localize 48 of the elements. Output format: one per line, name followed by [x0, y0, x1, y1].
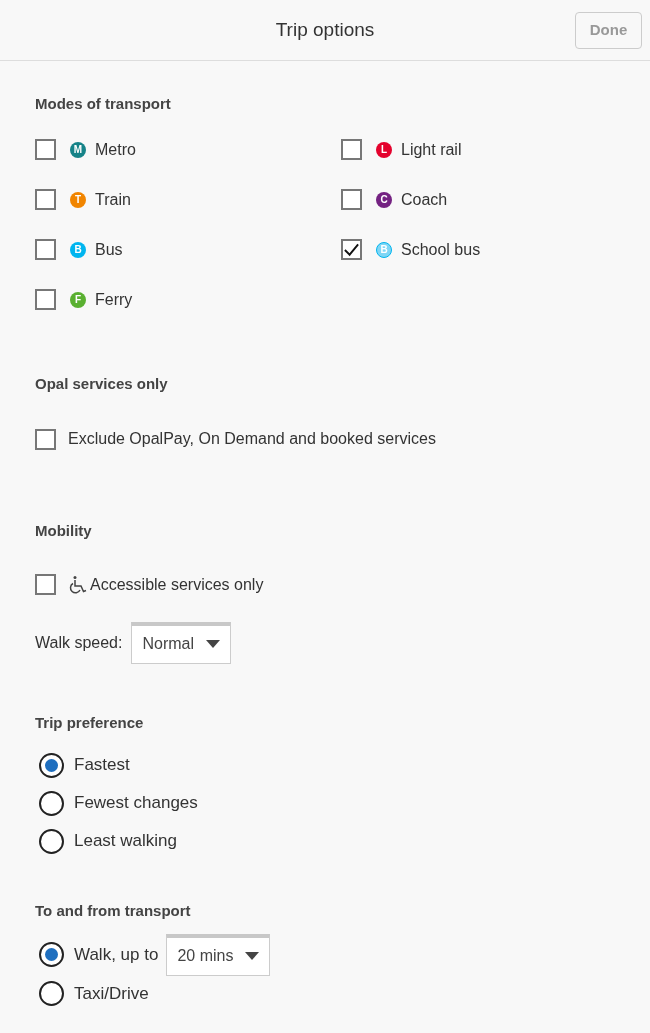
caret-icon	[245, 952, 260, 960]
checkbox[interactable]	[35, 189, 56, 210]
mode-label: Metro	[95, 139, 136, 160]
checkbox[interactable]	[35, 239, 56, 260]
option-label: Least walking	[74, 830, 177, 853]
checkbox[interactable]	[35, 139, 56, 160]
caret-icon	[206, 640, 220, 648]
checkbox[interactable]	[35, 428, 56, 450]
radio-button[interactable]	[39, 942, 64, 967]
mode-badge: L	[376, 141, 392, 158]
wheelchair-icon	[68, 574, 88, 595]
option-label: Fastest	[74, 754, 130, 777]
checkbox[interactable]	[341, 189, 362, 210]
radio-button[interactable]	[39, 981, 64, 1006]
section-heading: Modes of transport	[35, 94, 172, 114]
mode-label: School bus	[401, 239, 481, 260]
option-label: Exclude OpalPay, On Demand and booked services	[68, 429, 436, 449]
mode-label: Bus	[95, 239, 123, 260]
checkmark-icon	[343, 241, 360, 258]
radio-button[interactable]	[39, 752, 64, 778]
option-label: Taxi/Drive	[74, 982, 149, 1005]
section-heading: Opal services only	[35, 373, 169, 394]
mode-badge: M	[70, 141, 86, 158]
section-heading: Mobility	[35, 521, 93, 541]
mode-badge: C	[376, 191, 392, 208]
radio-button[interactable]	[39, 790, 64, 816]
walk-speed-dropdown[interactable]: Normal	[131, 621, 231, 664]
radio-button[interactable]	[39, 828, 64, 854]
checkbox[interactable]	[341, 239, 362, 260]
mode-badge: F	[70, 291, 86, 308]
mode-badge: B	[376, 241, 392, 258]
walk-speed-label: Walk speed:	[35, 632, 123, 653]
mode-label: Light rail	[401, 139, 462, 160]
option-label: Fewest changes	[74, 792, 198, 815]
option-label: Walk, up to	[74, 943, 159, 966]
checkbox[interactable]	[35, 289, 56, 310]
walk-time-dropdown[interactable]: 20 mins	[166, 933, 271, 976]
option-label: Accessible services only	[90, 574, 264, 595]
mode-label: Coach	[401, 189, 448, 210]
mode-label: Train	[95, 189, 131, 210]
checkbox[interactable]	[35, 574, 56, 595]
page-title: Trip options	[275, 17, 375, 42]
mode-label: Ferry	[95, 289, 133, 310]
mode-badge: T	[70, 191, 86, 208]
checkbox[interactable]	[341, 139, 362, 160]
mode-badge: B	[70, 241, 86, 258]
section-heading: To and from transport	[35, 901, 192, 921]
section-heading: Trip preference	[35, 712, 145, 733]
